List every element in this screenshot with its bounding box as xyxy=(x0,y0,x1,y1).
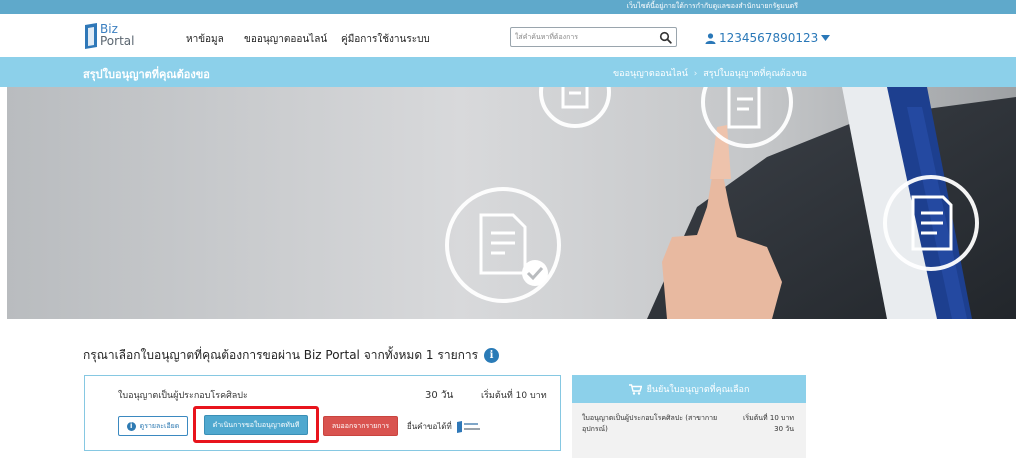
caret-down-icon xyxy=(821,35,831,41)
biz-portal-logo-icon xyxy=(85,23,97,49)
hero-illustration xyxy=(7,87,1016,319)
confirm-license-panel: ยืนยันใบอนุญาตที่คุณเลือก ใบอนุญาตเป็นผู… xyxy=(572,375,806,458)
top-navigation: Biz Portal หาข้อมูล ขออนุญาตออนไลน์ คู่ม… xyxy=(0,14,1016,57)
user-name: 1234567890123 xyxy=(719,31,819,45)
prompt-text: กรุณาเลือกใบอนุญาตที่คุณต้องการขอผ่าน Bi… xyxy=(83,348,479,362)
license-name: ใบอนุญาตเป็นผู้ประกอบโรคศิลปะ xyxy=(118,391,248,401)
biz-portal-mini-logo-icon xyxy=(456,420,480,433)
remove-from-list-button[interactable]: ลบออกจากรายการ xyxy=(323,416,398,436)
apply-via-label: ยื่นคำขอได้ที่ xyxy=(407,422,452,431)
info-icon[interactable]: i xyxy=(484,348,500,363)
biz-portal-logo[interactable]: Biz Portal xyxy=(84,22,144,52)
cart-item-price: เริ่มต้นที่ 10 บาท xyxy=(742,414,794,422)
confirm-license-header[interactable]: ยืนยันใบอนุญาตที่คุณเลือก xyxy=(572,375,806,403)
user-icon xyxy=(705,32,716,44)
government-notice-text: เว็บไซต์นี้อยู่ภายใต้การกำกับดูแลของสำนั… xyxy=(626,2,798,10)
search-box xyxy=(510,27,677,47)
license-selection-prompt: กรุณาเลือกใบอนุญาตที่คุณต้องการขอผ่าน Bi… xyxy=(83,346,500,365)
page-title-bar: สรุปใบอนุญาตที่คุณต้องขอ ขออนุญาตออนไลน์… xyxy=(0,57,1016,87)
menu-find-info[interactable]: หาข้อมูล xyxy=(186,32,224,47)
view-details-button[interactable]: i ดูรายละเอียด xyxy=(118,416,188,436)
proceed-license-button[interactable]: ดำเนินการขอใบอนุญาตทันที xyxy=(204,415,308,435)
license-card: ใบอนุญาตเป็นผู้ประกอบโรคศิลปะ 30 วัน เริ… xyxy=(84,375,561,451)
proceed-license-label: ดำเนินการขอใบอนุญาตทันที xyxy=(212,420,300,429)
apply-via: ยื่นคำขอได้ที่ xyxy=(407,420,482,433)
search-input[interactable] xyxy=(515,30,655,44)
hero-banner-image xyxy=(7,87,1016,319)
biz-portal-logo-text: Biz Portal xyxy=(100,22,135,48)
menu-user-guide[interactable]: คู่มือการใช้งานระบบ xyxy=(341,32,430,47)
breadcrumb-separator: › xyxy=(693,69,698,79)
breadcrumb-online-permit[interactable]: ขออนุญาตออนไลน์ xyxy=(613,69,688,79)
search-icon[interactable] xyxy=(659,31,672,44)
cart-item-name: ใบอนุญาตเป็นผู้ประกอบโรคศิลปะ (สาขากาย อ… xyxy=(582,414,718,433)
page-title: สรุปใบอนุญาตที่คุณต้องขอ xyxy=(83,68,210,81)
shopping-cart-icon xyxy=(628,383,642,395)
breadcrumb-current: สรุปใบอนุญาตที่คุณต้องขอ xyxy=(703,69,807,79)
remove-from-list-label: ลบออกจากรายการ xyxy=(331,421,390,430)
government-notice-strip: เว็บไซต์นี้อยู่ภายใต้การกำกับดูแลของสำนั… xyxy=(0,0,1016,14)
info-icon: i xyxy=(126,421,136,431)
cart-item-summary: เริ่มต้นที่ 10 บาท 30 วัน xyxy=(743,413,794,435)
menu-online-permit[interactable]: ขออนุญาตออนไลน์ xyxy=(244,32,327,47)
license-duration: 30 วัน xyxy=(425,390,454,401)
cart-item-duration: 30 วัน xyxy=(774,425,794,433)
breadcrumb: ขออนุญาตออนไลน์ › สรุปใบอนุญาตที่คุณต้อง… xyxy=(613,66,807,80)
user-menu[interactable]: 1234567890123 xyxy=(705,30,831,46)
confirm-license-title: ยืนยันใบอนุญาตที่คุณเลือก xyxy=(646,385,750,395)
license-price: เริ่มต้นที่ 10 บาท xyxy=(481,391,547,401)
view-details-label: ดูรายละเอียด xyxy=(139,421,180,430)
